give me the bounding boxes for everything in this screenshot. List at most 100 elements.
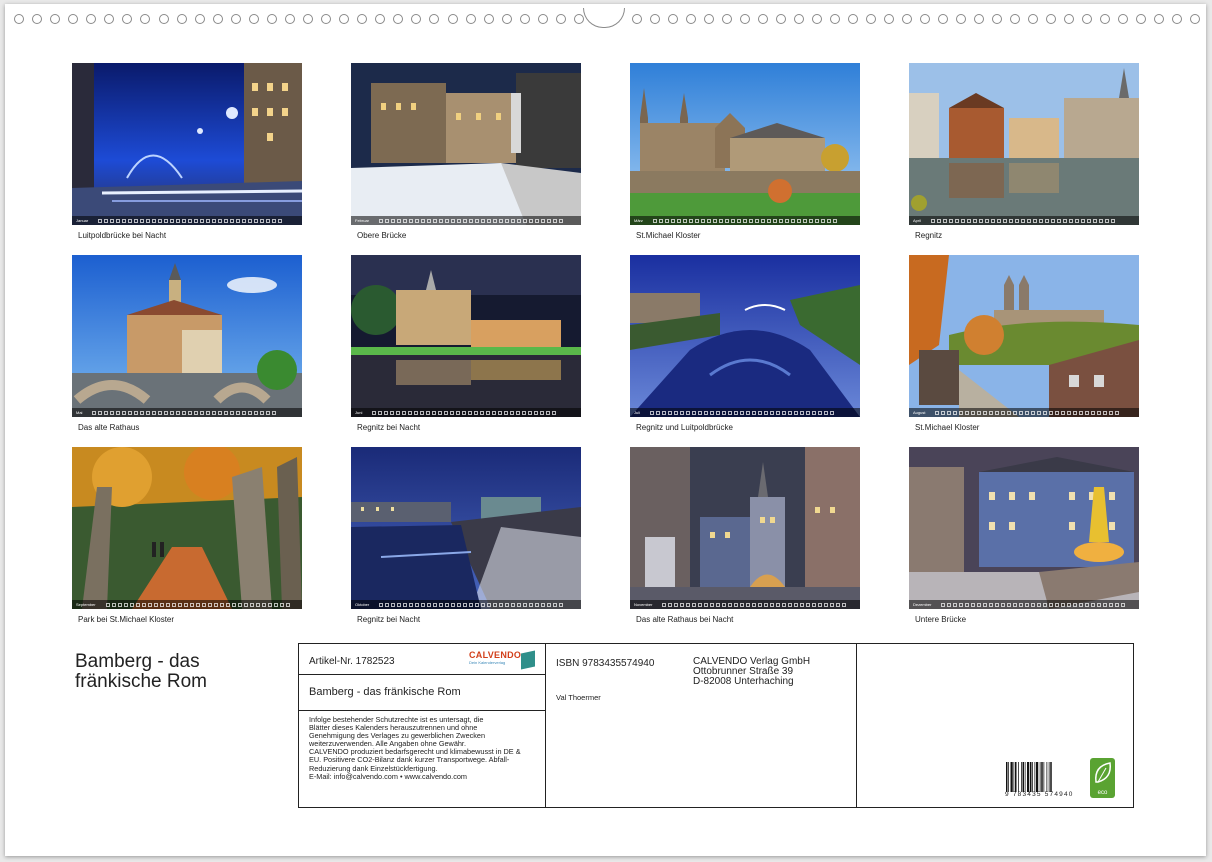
day-box [832,218,837,223]
photo-park-st-michael [72,447,302,609]
day-box [445,218,450,223]
month-label: Juli [634,410,641,415]
day-box [734,410,739,415]
binding-ring-icon [776,14,786,24]
photo-obere-bruecke [351,63,581,225]
day-box [135,602,140,607]
day-box [432,410,437,415]
day-box [230,410,235,415]
day-box [1103,602,1108,607]
day-box [212,218,217,223]
day-box [931,218,936,223]
day-box [1049,410,1054,415]
day-box [1073,602,1078,607]
barcode-bar [1039,762,1041,792]
month-photo-september: September [72,447,302,609]
month-label: Juni [355,410,363,415]
barcode-number: 9 783435 574940 [1005,791,1074,798]
binding-ring-icon [465,14,476,24]
day-box [1073,410,1078,415]
day-box [254,218,259,223]
day-box [1121,602,1126,607]
binding-ring-icon [321,14,332,24]
day-box [1019,602,1024,607]
binding-ring-icon [375,14,386,24]
day-box [372,410,377,415]
day-box [254,410,259,415]
day-box [547,218,552,223]
binding-ring-icon [122,14,133,24]
publisher-info-box: Artikel-Nr. 1782523 CALVENDO Dein Kalend… [298,643,1134,808]
day-box [456,410,461,415]
isbn: ISBN 9783435574940 [556,658,655,669]
binding-ring-icon [1154,14,1164,24]
day-box [170,410,175,415]
day-box [487,602,492,607]
day-box [746,410,751,415]
day-box [776,410,781,415]
day-box [965,602,970,607]
day-box [1079,410,1084,415]
day-box [272,410,277,415]
calendar-title-line: fränkische Rom [75,671,207,692]
day-box [766,218,771,223]
day-box [433,602,438,607]
binding-ring-icon [902,14,912,24]
day-box [487,218,492,223]
barcode-bar [1030,762,1032,792]
binding-ring-icon [848,14,858,24]
day-box [1115,602,1120,607]
barcode-bar [1021,762,1022,792]
binding-ring-icon [650,14,660,24]
day-box [523,602,528,607]
month-photo-july: Juli [630,255,860,417]
day-box [778,218,783,223]
binding-ring-icon [14,14,24,24]
day-box [194,410,199,415]
binding-ring-icon [1046,14,1056,24]
month-photo-march: März [630,63,860,225]
day-box [764,602,769,607]
day-box [794,602,799,607]
day-box [776,602,781,607]
day-box [128,410,133,415]
month-photo-june: Juni [351,255,581,417]
day-box [746,602,751,607]
day-box [260,218,265,223]
day-box [686,602,691,607]
day-box [692,410,697,415]
day-box [481,602,486,607]
day-box [704,602,709,607]
day-box [664,218,669,223]
day-box [1081,218,1086,223]
day-box [806,410,811,415]
day-box [758,410,763,415]
binding-ring-icon [866,14,876,24]
binding-ring-icon [884,14,894,24]
day-box [961,218,966,223]
day-box [971,602,976,607]
day-box [724,218,729,223]
eco-text: eco [1097,790,1108,796]
day-box [415,602,420,607]
day-box [802,218,807,223]
day-box [218,218,223,223]
day-box [1025,410,1030,415]
day-box [129,602,134,607]
photo-caption: St.Michael Kloster [915,423,980,432]
barcode-bar [1010,762,1013,792]
day-box [1115,410,1120,415]
day-box [117,602,122,607]
day-box [752,602,757,607]
barcode-bar [1036,762,1039,792]
photo-altes-rathaus-night [630,447,860,609]
day-box [402,410,407,415]
day-box [740,410,745,415]
info-column-middle: ISBN 9783435574940 Val Thoermer CALVENDO… [546,644,857,807]
calendar-name: Bamberg - das fränkische Rom [299,675,545,711]
day-box [764,410,769,415]
binding-ring-icon [303,14,314,24]
month-label: April [913,218,922,223]
day-box [826,218,831,223]
month-label: August [913,410,926,415]
